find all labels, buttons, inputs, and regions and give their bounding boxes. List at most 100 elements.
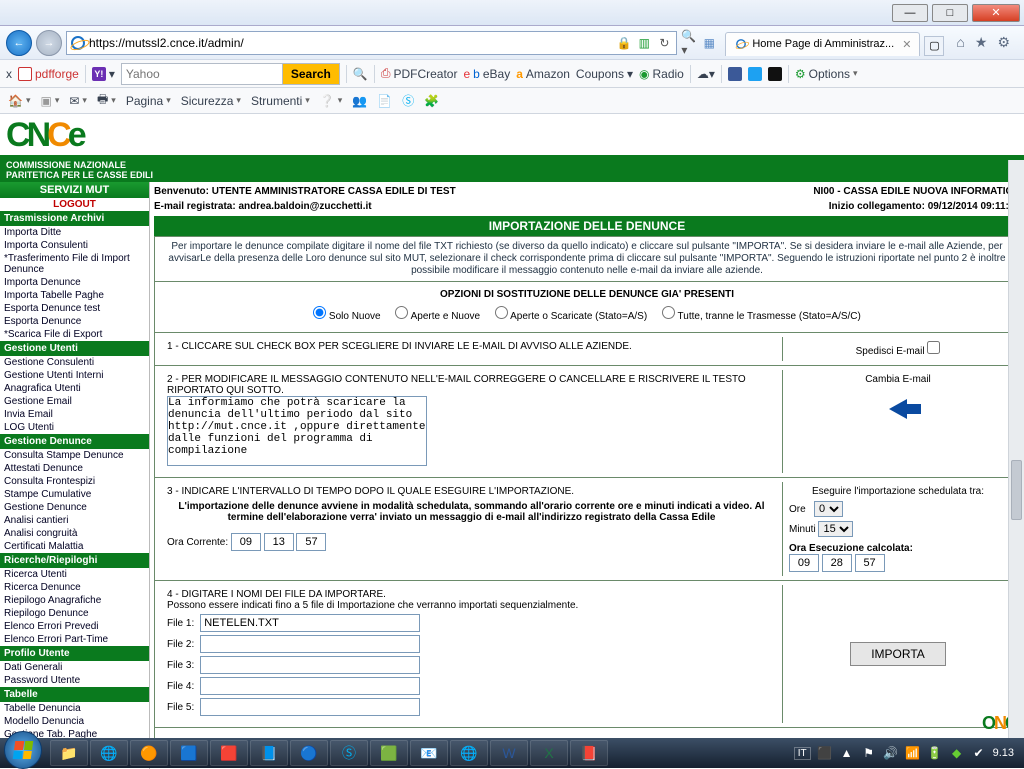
- sidebar-item[interactable]: Gestione Utenti Interni: [0, 369, 149, 382]
- importa-button[interactable]: IMPORTA: [850, 642, 946, 666]
- sidebar-item[interactable]: Riepilogo Denunce: [0, 607, 149, 620]
- home-menu[interactable]: 🏠: [8, 94, 30, 108]
- weather-icon[interactable]: ☁▾: [697, 67, 715, 81]
- sidebar-item[interactable]: Esporta Denunce: [0, 315, 149, 328]
- sidebar-item[interactable]: Elenco Errori Prevedi: [0, 620, 149, 633]
- sidebar-item[interactable]: Elenco Errori Part-Time: [0, 633, 149, 646]
- tray-icon1[interactable]: ⬛: [817, 745, 833, 761]
- sidebar-item[interactable]: Certificati Malattia: [0, 540, 149, 553]
- nav-back[interactable]: ←: [6, 30, 32, 56]
- gplus-icon[interactable]: [768, 67, 782, 81]
- tray-volume-icon[interactable]: 🔊: [883, 745, 899, 761]
- radio-aperte-nuove[interactable]: Aperte e Nuove: [395, 311, 480, 322]
- mail-menu[interactable]: ✉: [69, 94, 87, 108]
- refresh-icon[interactable]: ↻: [656, 35, 672, 51]
- coupons-item[interactable]: Coupons▾: [576, 67, 633, 81]
- zoom-icon[interactable]: 🔍: [353, 67, 368, 81]
- tray-network-icon[interactable]: 📶: [905, 745, 921, 761]
- new-tab-button[interactable]: ▢: [924, 36, 944, 56]
- min-select[interactable]: 15: [818, 521, 853, 537]
- sidebar-item[interactable]: Password Utente: [0, 674, 149, 687]
- pdfcreator-item[interactable]: ⎙PDFCreator: [381, 66, 458, 81]
- strumenti-menu[interactable]: Strumenti: [251, 94, 310, 108]
- radio-solo-nuove[interactable]: Solo Nuove: [313, 311, 380, 322]
- fb-icon[interactable]: [728, 67, 742, 81]
- sidebar-item[interactable]: Stampe Cumulative: [0, 488, 149, 501]
- radio-tutte[interactable]: Tutte, tranne le Trasmesse (Stato=A/S/C): [662, 311, 861, 322]
- msn-icon[interactable]: 👥: [352, 94, 367, 108]
- tray-icon2[interactable]: ▲: [839, 745, 855, 761]
- task-word[interactable]: W: [490, 740, 528, 766]
- address-bar[interactable]: 🔒 ▥ ↻: [66, 31, 677, 55]
- yahoo-search-input[interactable]: [122, 64, 282, 84]
- compat-icon[interactable]: ▦: [701, 35, 717, 51]
- ora-m[interactable]: [264, 533, 294, 551]
- sidebar-item[interactable]: Gestione Consulenti: [0, 356, 149, 369]
- amazon-item[interactable]: aAmazon: [516, 67, 570, 81]
- task-outlook[interactable]: 📧: [410, 740, 448, 766]
- ore-select[interactable]: 0: [814, 501, 843, 517]
- sidebar-item[interactable]: *Trasferimento File di Import Denunce: [0, 252, 149, 276]
- spedisci-checkbox[interactable]: [927, 341, 940, 354]
- sidebar-item[interactable]: Consulta Frontespizi: [0, 475, 149, 488]
- yahoo-logo[interactable]: Y!▾: [92, 67, 115, 81]
- radio-item[interactable]: ◉Radio: [639, 67, 684, 81]
- task-chrome[interactable]: 🔵: [290, 740, 328, 766]
- window-maximize[interactable]: □: [932, 4, 968, 22]
- tray-icon4[interactable]: ◆: [949, 745, 965, 761]
- radio-aperte-scaricate[interactable]: Aperte o Scaricate (Stato=A/S): [495, 311, 647, 322]
- browser-tab[interactable]: Home Page di Amministraz... ✕: [725, 32, 920, 56]
- file-input-2[interactable]: [200, 635, 420, 653]
- skype-icon[interactable]: Ⓢ: [402, 92, 414, 109]
- sidebar-item[interactable]: Riepilogo Anagrafiche: [0, 594, 149, 607]
- sidebar-item[interactable]: Tabelle Denuncia: [0, 702, 149, 715]
- options-item[interactable]: ⚙Options: [795, 67, 858, 81]
- help-menu[interactable]: ❔: [320, 94, 342, 108]
- ebay-item[interactable]: ebeBayeBay: [463, 67, 510, 81]
- tray-icon3[interactable]: 🔋: [927, 745, 943, 761]
- pdfforge-item[interactable]: pdfforge: [18, 67, 79, 81]
- task-app2[interactable]: 🟥: [210, 740, 248, 766]
- addon-icon[interactable]: 🧩: [424, 94, 439, 108]
- sidebar-item[interactable]: Invia Email: [0, 408, 149, 421]
- tab-close-icon[interactable]: ✕: [902, 38, 911, 51]
- tw-icon[interactable]: [748, 67, 762, 81]
- sidebar-item[interactable]: Attestati Denunce: [0, 462, 149, 475]
- pagina-menu[interactable]: Pagina: [126, 94, 171, 108]
- tray-clock[interactable]: 9.13: [993, 747, 1014, 759]
- sidebar-item[interactable]: LOG Utenti: [0, 421, 149, 434]
- sidebar-item[interactable]: Gestione Email: [0, 395, 149, 408]
- sidebar-item[interactable]: Ricerca Denunce: [0, 581, 149, 594]
- tray-flag-icon[interactable]: ⚑: [861, 745, 877, 761]
- file-input-1[interactable]: [200, 614, 420, 632]
- sicurezza-menu[interactable]: Sicurezza: [181, 94, 241, 108]
- sidebar-item[interactable]: Dati Generali: [0, 661, 149, 674]
- task-app4[interactable]: 🟩: [370, 740, 408, 766]
- sidebar-item[interactable]: Importa Ditte: [0, 226, 149, 239]
- tray-icon5[interactable]: ✔: [971, 745, 987, 761]
- task-skype[interactable]: Ⓢ: [330, 740, 368, 766]
- file-input-4[interactable]: [200, 677, 420, 695]
- sidebar-item[interactable]: Consulta Stampe Denunce: [0, 449, 149, 462]
- task-ie2[interactable]: 🌐: [450, 740, 488, 766]
- ora-s[interactable]: [296, 533, 326, 551]
- search-dropdown-icon[interactable]: 🔍▾: [681, 35, 697, 51]
- home-icon[interactable]: ⌂: [956, 34, 964, 51]
- nav-forward[interactable]: →: [36, 30, 62, 56]
- sidebar-item[interactable]: Importa Consulenti: [0, 239, 149, 252]
- task-excel[interactable]: X: [530, 740, 568, 766]
- toolbar-close[interactable]: x: [6, 67, 12, 81]
- feeds-menu[interactable]: ▣: [40, 94, 59, 108]
- logout-link[interactable]: LOGOUT: [0, 198, 149, 211]
- ora-h[interactable]: [231, 533, 261, 551]
- task-media[interactable]: 🟠: [130, 740, 168, 766]
- favorites-icon[interactable]: ★: [975, 34, 988, 51]
- sidebar-item[interactable]: Gestione Denunce: [0, 501, 149, 514]
- print-menu[interactable]: 🖶: [97, 90, 116, 111]
- yahoo-search-button[interactable]: Search: [282, 64, 339, 84]
- file-input-5[interactable]: [200, 698, 420, 716]
- start-button[interactable]: [4, 731, 42, 769]
- task-app1[interactable]: 🟦: [170, 740, 208, 766]
- window-minimize[interactable]: —: [892, 4, 928, 22]
- sidebar-item[interactable]: Anagrafica Utenti: [0, 382, 149, 395]
